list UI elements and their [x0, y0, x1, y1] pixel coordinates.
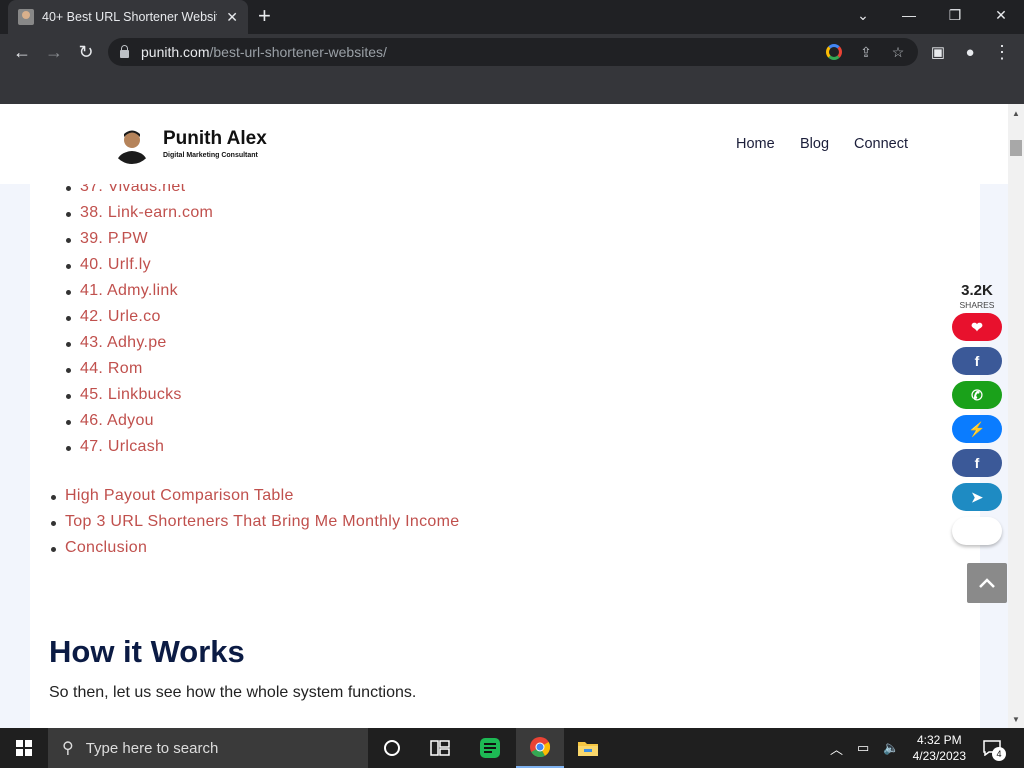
toc-list-item[interactable]: High Payout Comparison Table [50, 487, 459, 513]
scrollbar-thumb[interactable] [1010, 140, 1022, 156]
toc-sublist-item[interactable]: 43. Adhy.pe [65, 334, 213, 360]
notes-app-icon[interactable] [466, 728, 514, 768]
toc-sublist-item[interactable]: 40. Urlf.ly [65, 256, 213, 282]
facebook-icon: f [974, 455, 980, 471]
browser-toolbar: ← → ↻ punith.com/best-url-shortener-webs… [0, 34, 1024, 70]
tab-title: 40+ Best URL Shortener Websites [42, 10, 217, 24]
share-whatsapp-button[interactable]: ✆ [952, 381, 1002, 409]
toc-sublist-item[interactable]: 38. Link-earn.com [65, 204, 213, 230]
toc-sublist-item[interactable]: 46. Adyou [65, 412, 213, 438]
start-button[interactable] [0, 728, 48, 768]
share-flipboard-button[interactable]: f [952, 347, 1002, 375]
taskbar-search[interactable]: ⚲ Type here to search [48, 728, 368, 768]
page-viewport: 37. Vivads.net 38. Link-earn.com 39. P.PW 4… [0, 104, 1008, 728]
heart-icon: ❤ [971, 318, 983, 335]
url-path: /best-url-shortener-websites/ [209, 44, 387, 60]
toc-list-item[interactable]: Conclusion [50, 539, 459, 565]
share-telegram-button[interactable]: ➤ [952, 483, 1002, 511]
taskbar-clock[interactable]: 4:32 PM 4/23/2023 [913, 732, 966, 764]
toc-sublist: 37. Vivads.net 38. Link-earn.com 39. P.PW 4… [65, 178, 213, 464]
section-heading: How it Works [49, 634, 245, 669]
toc-list-item[interactable]: Top 3 URL Shorteners That Bring Me Month… [50, 513, 459, 539]
toc-sublist-item[interactable]: 44. Rom [65, 360, 213, 386]
toc-sublist-item[interactable]: 47. Urlcash [65, 438, 213, 464]
share-more-button[interactable] [952, 517, 1002, 545]
network-icon[interactable]: ▭ [857, 740, 869, 756]
menu-icon[interactable]: ⋮ [990, 40, 1014, 64]
restore-button[interactable]: ❐ [932, 0, 978, 30]
notification-count: 4 [992, 747, 1006, 761]
cortana-icon[interactable] [368, 728, 416, 768]
tray-chevron-icon[interactable]: ︿ [830, 739, 843, 758]
system-tray: ︿ ▭ 🔈 [830, 728, 900, 768]
brand-avatar[interactable] [112, 124, 152, 164]
forward-button[interactable]: → [42, 40, 66, 64]
flipboard-icon: f [974, 353, 980, 369]
toc-sublist-item[interactable]: 41. Admy.link [65, 282, 213, 308]
google-lens-icon[interactable] [824, 42, 844, 62]
nav-blog[interactable]: Blog [800, 136, 829, 152]
reload-button[interactable]: ↻ [74, 40, 98, 64]
minimize-button[interactable]: — [886, 0, 932, 30]
page-scrollbar[interactable]: ▲ ▼ [1008, 104, 1024, 728]
scroll-up-icon[interactable]: ▲ [1008, 106, 1024, 120]
task-view-icon[interactable] [416, 728, 464, 768]
whatsapp-icon: ✆ [971, 386, 983, 403]
share-facebook-button[interactable]: f [952, 449, 1002, 477]
share-heart-button[interactable]: ❤ [952, 313, 1002, 341]
back-button[interactable]: ← [10, 40, 34, 64]
brand-name[interactable]: Punith Alex [163, 128, 267, 150]
telegram-icon: ➤ [971, 488, 983, 505]
search-placeholder: Type here to search [85, 739, 219, 757]
share-messenger-button[interactable]: ⚡ [952, 415, 1002, 443]
url-host: punith.com [141, 44, 210, 60]
share-label: SHARES [959, 300, 995, 310]
toc-sublist-item[interactable]: 42. Urle.co [65, 308, 213, 334]
site-header: Punith Alex Digital Marketing Consultant… [0, 104, 1008, 184]
brand-tagline: Digital Marketing Consultant [163, 152, 258, 159]
favicon-icon [18, 9, 34, 25]
tab-search-icon[interactable]: ⌄ [840, 0, 886, 30]
section-paragraph: So then, let us see how the whole system… [49, 684, 417, 701]
browser-tab[interactable]: 40+ Best URL Shortener Websites ✕ [8, 0, 248, 34]
windows-logo-icon [16, 740, 32, 756]
toc-sublist-item[interactable]: 45. Linkbucks [65, 386, 213, 412]
profile-icon[interactable]: ● [958, 40, 982, 64]
nav-connect[interactable]: Connect [854, 136, 908, 152]
address-bar[interactable]: punith.com/best-url-shortener-websites/ … [108, 38, 918, 66]
clock-date: 4/23/2023 [912, 749, 966, 763]
toc-list: High Payout Comparison Table Top 3 URL Sh… [50, 487, 459, 565]
side-panel-icon[interactable]: ▣ [926, 40, 950, 64]
share-count: 3.2K [961, 282, 993, 299]
volume-muted-icon[interactable]: 🔈 [883, 740, 899, 756]
search-icon: ⚲ [62, 740, 74, 757]
windows-taskbar: ⚲ Type here to search ︿ ▭ 🔈 4:32 PM 4/23… [0, 728, 1024, 768]
file-explorer-icon[interactable] [564, 728, 612, 768]
lock-icon[interactable] [120, 45, 129, 58]
scroll-to-top-button[interactable] [967, 563, 1007, 603]
clock-time: 4:32 PM [916, 733, 962, 747]
toc-sublist-item[interactable]: 39. P.PW [65, 230, 213, 256]
share-icon[interactable]: ⇪ [856, 42, 876, 62]
close-window-button[interactable]: ✕ [978, 0, 1024, 30]
bookmark-bar [0, 70, 1024, 104]
chevron-up-icon [979, 578, 995, 588]
nav-home[interactable]: Home [736, 136, 775, 152]
new-tab-button[interactable]: + [258, 5, 271, 27]
tab-strip: 40+ Best URL Shortener Websites ✕ + ⌄ — … [0, 0, 1024, 34]
tab-close-icon[interactable]: ✕ [226, 9, 238, 26]
bookmark-star-icon[interactable]: ☆ [888, 42, 908, 62]
scroll-down-icon[interactable]: ▼ [1008, 712, 1024, 726]
messenger-icon: ⚡ [968, 420, 986, 437]
chrome-icon[interactable] [516, 728, 564, 768]
